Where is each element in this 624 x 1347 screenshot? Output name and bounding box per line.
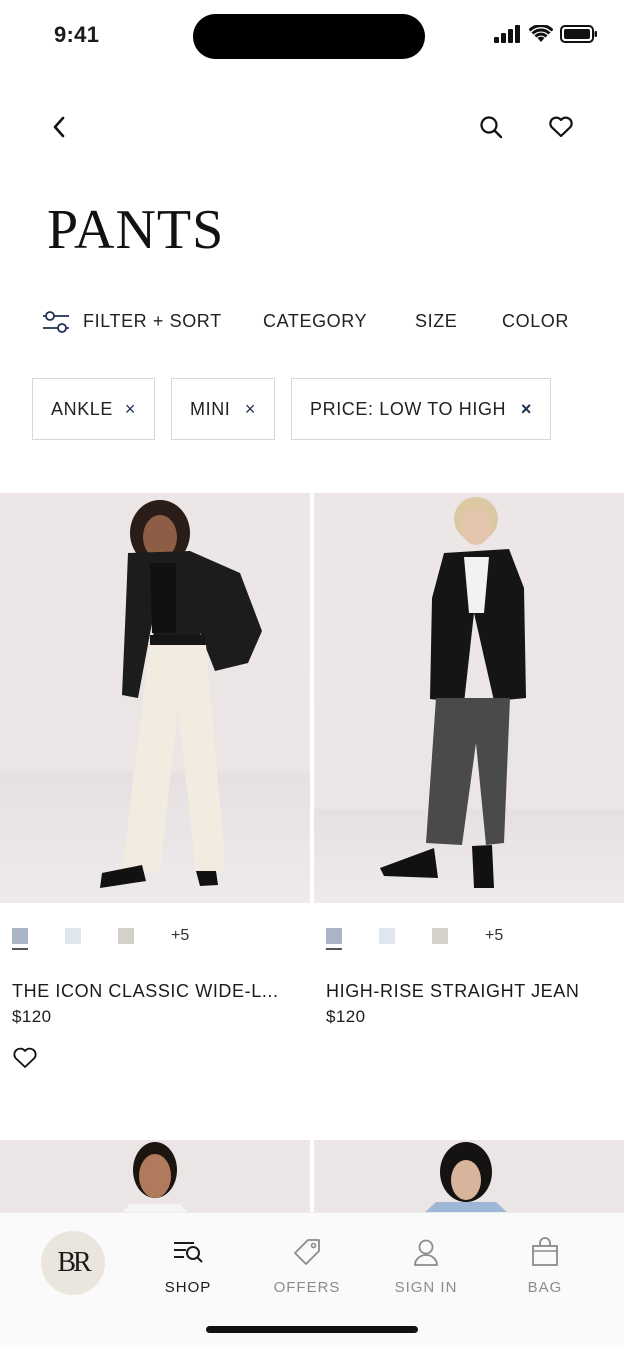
chevron-left-icon	[53, 116, 65, 138]
wifi-icon	[529, 25, 553, 42]
remove-chip-icon[interactable]: ×	[245, 399, 256, 419]
filter-sort-button[interactable]: FILTER + SORT	[83, 311, 222, 332]
color-swatch[interactable]	[118, 928, 134, 944]
heart-icon	[549, 116, 573, 138]
search-button[interactable]	[476, 112, 506, 142]
model-illustration	[422, 1142, 510, 1215]
dynamic-island	[193, 14, 425, 59]
color-swatches: +5	[326, 927, 503, 950]
heart-icon[interactable]	[12, 1046, 38, 1070]
more-colors[interactable]: +5	[485, 927, 503, 945]
shop-search-icon	[174, 1242, 203, 1263]
chip-label: MINI	[190, 398, 231, 419]
color-swatch[interactable]	[65, 928, 81, 944]
filter-chip-ankle[interactable]: ANKLE ×	[32, 378, 155, 440]
category-filter-button[interactable]: CATEGORY	[263, 311, 367, 332]
tag-icon	[294, 1239, 320, 1265]
status-time: 9:41	[54, 22, 100, 47]
page-title: PANTS	[47, 199, 225, 261]
tab-label: BAG	[527, 1279, 563, 1296]
brand-logo[interactable]: BR	[41, 1231, 105, 1295]
product-price: $120	[12, 1007, 52, 1026]
back-button[interactable]	[44, 112, 74, 142]
tab-sign-in[interactable]: SIGN IN	[376, 1235, 476, 1296]
filter-bar: FILTER + SORT CATEGORY SIZE COLOR	[42, 306, 602, 338]
filter-chip-mini[interactable]: MINI ×	[171, 378, 275, 440]
signal-icon	[494, 25, 520, 43]
model-illustration	[100, 500, 262, 888]
wishlist-button[interactable]	[546, 112, 576, 142]
chip-label: PRICE: LOW TO HIGH	[310, 398, 507, 419]
product-image[interactable]	[314, 493, 624, 903]
color-swatch[interactable]	[432, 928, 448, 944]
color-filter-button[interactable]: COLOR	[502, 311, 569, 332]
more-colors[interactable]: +5	[171, 927, 189, 945]
tab-label: SHOP	[164, 1279, 212, 1296]
status-bar: 9:41	[0, 0, 624, 74]
product-image[interactable]	[314, 1140, 624, 1215]
search-icon	[480, 116, 503, 139]
color-swatches: +5	[12, 927, 189, 950]
model-illustration	[380, 497, 526, 888]
tab-label: OFFERS	[273, 1279, 341, 1296]
product-image[interactable]	[0, 1140, 310, 1215]
battery-icon	[560, 25, 597, 43]
product-image[interactable]	[0, 493, 310, 903]
bag-icon	[532, 1237, 558, 1266]
tab-label: SIGN IN	[394, 1279, 458, 1296]
product-price: $120	[326, 1007, 366, 1026]
product-name[interactable]: HIGH-RISE STRAIGHT JEAN	[326, 981, 580, 1002]
color-swatch[interactable]	[12, 928, 28, 950]
status-icons	[494, 25, 598, 43]
tab-bag[interactable]: BAG	[495, 1235, 595, 1296]
home-indicator	[206, 1326, 418, 1333]
filter-chip-price[interactable]: PRICE: LOW TO HIGH ×	[291, 378, 551, 440]
model-illustration	[120, 1142, 190, 1215]
color-swatch[interactable]	[379, 928, 395, 944]
size-filter-button[interactable]: SIZE	[415, 311, 457, 332]
person-icon	[414, 1239, 438, 1266]
bottom-tab-bar: BR SHOP OFFERS SIGN IN BAG	[0, 1212, 624, 1347]
chip-label: ANKLE	[51, 398, 114, 419]
remove-chip-icon[interactable]: ×	[125, 399, 136, 419]
sliders-icon[interactable]	[42, 308, 70, 336]
tab-shop[interactable]: SHOP	[138, 1235, 238, 1296]
product-name[interactable]: THE ICON CLASSIC WIDE-L...	[12, 981, 279, 1002]
tab-offers[interactable]: OFFERS	[257, 1235, 357, 1296]
color-swatch[interactable]	[326, 928, 342, 950]
remove-chip-icon[interactable]: ×	[521, 399, 532, 419]
